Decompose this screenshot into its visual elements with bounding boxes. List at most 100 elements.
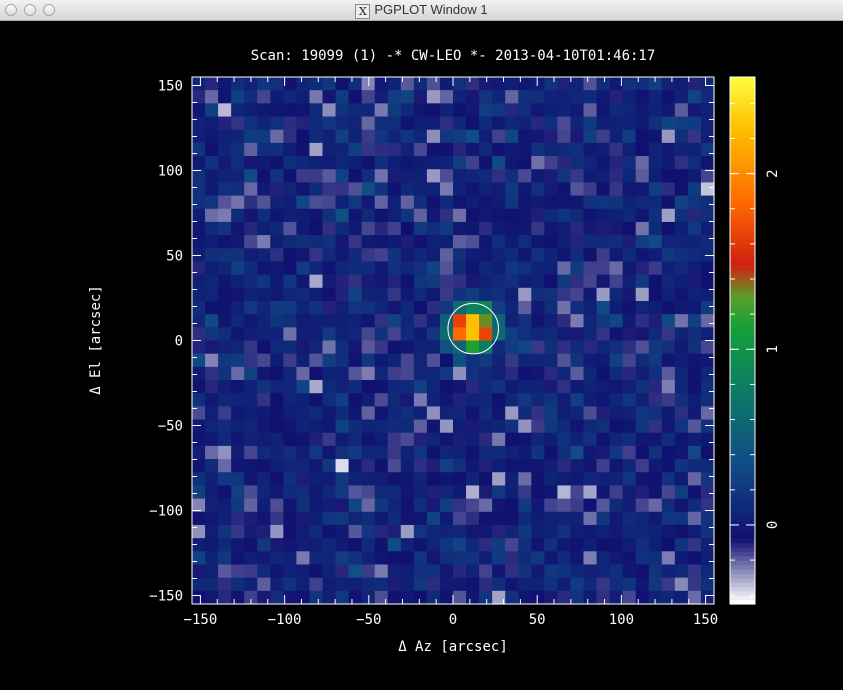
heatmap-cell [283,300,297,315]
heatmap-cell [492,432,506,447]
heatmap-cell [205,419,219,434]
heatmap-cell [466,169,480,184]
heatmap-cell [374,235,389,249]
heatmap-cell [635,577,650,592]
heatmap-cell [270,590,284,605]
heatmap-cell [648,156,663,170]
heatmap-cell [413,103,428,118]
heatmap-cell [322,235,337,249]
heatmap-cell [283,524,297,539]
heatmap-cell [687,77,702,91]
heatmap-cell [518,208,532,223]
heatmap-cell [257,208,271,223]
colorbar-segment [730,252,755,258]
heatmap-cell [283,366,297,381]
heatmap-cell [648,116,663,131]
heatmap-cell [244,340,258,355]
heatmap-cell [426,221,441,236]
heatmap-cell [387,195,402,210]
heatmap-cell [231,129,245,144]
heatmap-cell [296,261,311,276]
heatmap-cell [348,353,363,368]
heatmap-cell [309,142,324,157]
window-titlebar[interactable]: X PGPLOT Window 1 [0,0,843,21]
heatmap-cell [257,261,271,276]
heatmap-cell [439,221,454,236]
heatmap-cell [270,142,284,157]
heatmap-cell [453,366,467,381]
heatmap-cell [231,156,245,170]
heatmap-cell [479,590,493,605]
heatmap-cell [661,274,676,289]
heatmap-cell [257,485,271,500]
heatmap-cell [257,248,271,263]
heatmap-cell [374,116,389,131]
heatmap-cell [322,169,337,184]
heatmap-cell [270,366,284,381]
heatmap-cell [322,538,337,552]
heatmap-cell [622,419,637,434]
heatmap-cell [544,498,558,513]
heatmap-cell [596,472,611,487]
heatmap-cell [426,195,441,210]
heatmap-cell [557,498,572,513]
heatmap-cell [335,380,350,394]
heatmap-cell [609,459,624,473]
heatmap-cell [283,208,297,223]
heatmap-cell [283,274,297,289]
heatmap-cell [596,353,611,368]
heatmap-cell [231,261,245,276]
heatmap-cell [505,393,519,407]
heatmap-cell [648,287,663,302]
heatmap-cell [335,77,350,91]
heatmap-cell [439,77,454,91]
heatmap-cell [622,380,637,394]
heatmap-cell [531,340,545,355]
heatmap-cell [700,274,715,289]
heatmap-cell [674,564,689,579]
pgplot-canvas[interactable]: Scan: 19099 (1) -* CW-LEO *- 2013-04-10T… [0,21,843,686]
heatmap-cell [400,248,415,263]
heatmap-cell [231,142,245,157]
y-tick-label: −100 [149,504,183,520]
heatmap-cell [596,485,611,500]
heatmap-cell [426,235,441,249]
heatmap-cell [257,90,271,104]
heatmap-cell [439,380,454,394]
heatmap-cell [309,208,324,223]
heatmap-cell [570,314,585,328]
heatmap-cell [583,419,598,434]
heatmap-cell [453,498,467,513]
heatmap-cell [635,485,650,500]
heatmap-cell [218,103,232,118]
heatmap-cell [283,156,297,170]
heatmap-cell [413,116,428,131]
heatmap-cell [661,77,676,91]
plot-title: Scan: 19099 (1) -* CW-LEO *- 2013-04-10T… [251,48,656,64]
heatmap-cell [283,261,297,276]
heatmap-cell [283,287,297,302]
heatmap-cell [661,340,676,355]
heatmap-cell [218,406,232,421]
heatmap-cell [400,235,415,249]
heatmap-cell [413,551,428,566]
heatmap-cell [466,485,480,500]
heatmap-cell [270,77,284,91]
heatmap-cell [544,182,558,197]
heatmap-cell [283,393,297,407]
heatmap-cell [674,129,689,144]
heatmap-cell [387,208,402,223]
colorbar-segment [730,85,755,91]
heatmap-cell [622,485,637,500]
heatmap-cell [439,235,454,249]
heatmap-cell [439,90,454,104]
heatmap-cell [192,77,206,91]
heatmap-cell [544,208,558,223]
heatmap-cell [426,248,441,263]
heatmap-cell [609,564,624,579]
heatmap-cell [518,353,532,368]
heatmap-cell [205,524,219,539]
heatmap-cell [570,551,585,566]
heatmap-cell [270,195,284,210]
heatmap-cell [309,182,324,197]
